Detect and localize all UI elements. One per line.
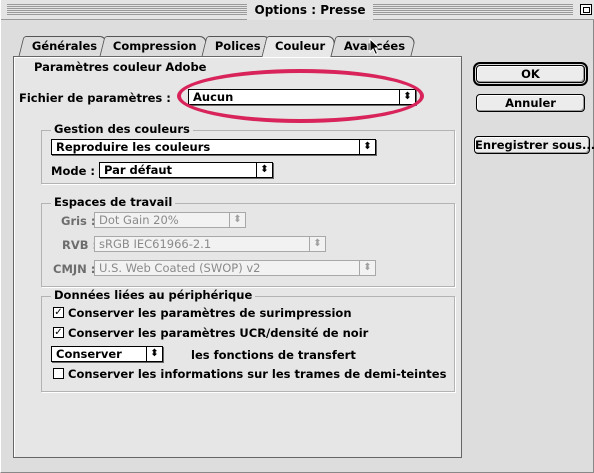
tab-generales[interactable]: Générales (18, 36, 109, 56)
window-title: Options : Presse (247, 0, 373, 20)
adobe-settings-heading: Paramètres couleur Adobe (31, 60, 210, 74)
overprint-checkbox[interactable]: ✓ (53, 307, 64, 318)
transfer-function-label: les fonctions de transfert (191, 348, 356, 362)
chevron-updown-icon: ⬍ (229, 213, 245, 227)
chevron-updown-icon: ⬍ (146, 347, 162, 361)
chevron-updown-icon: ⬍ (399, 90, 415, 104)
transfer-function-value: Conserver (56, 347, 122, 361)
halftone-label: Conserver les informations sur les trame… (68, 367, 447, 381)
mode-select[interactable]: Par défaut ⬍ (99, 162, 273, 178)
settings-file-select[interactable]: Aucun ⬍ (188, 89, 416, 105)
tab-couleur[interactable]: Couleur (261, 36, 337, 57)
gray-space-select[interactable]: Dot Gain 20% ⬍ (94, 212, 246, 228)
gray-label: Gris : (61, 214, 96, 228)
title-bar[interactable]: Options : Presse (1, 0, 594, 20)
settings-file-label: Fichier de paramètres : (19, 91, 171, 105)
mouse-pointer-icon (369, 38, 381, 56)
tab-polices-label: Polices (214, 39, 261, 53)
tab-generales-label: Générales (31, 39, 98, 53)
cmyk-space-value: U.S. Web Coated (SWOP) v2 (99, 261, 261, 275)
chevron-updown-icon: ⬍ (256, 163, 272, 177)
title-bar-stripes-left (7, 4, 247, 15)
tab-compression-label: Compression (112, 39, 197, 53)
ucr-checkbox[interactable]: ✓ (53, 327, 64, 338)
save-as-button[interactable]: Enregistrer sous... (474, 136, 594, 154)
chevron-updown-icon: ⬍ (359, 261, 375, 275)
tab-compression[interactable]: Compression (99, 36, 209, 56)
color-policy-select[interactable]: Reproduire les couleurs ⬍ (51, 139, 376, 155)
halftone-checkbox[interactable] (53, 368, 64, 379)
gray-space-value: Dot Gain 20% (99, 213, 179, 227)
settings-file-value: Aucun (193, 90, 234, 104)
mode-value: Par défaut (104, 163, 173, 177)
transfer-function-select[interactable]: Conserver ⬍ (51, 346, 163, 362)
color-management-heading: Gestion des couleurs (51, 122, 193, 136)
rgb-space-value: sRGB IEC61966-2.1 (99, 237, 212, 251)
overprint-label: Conserver les paramètres de surimpressio… (68, 306, 352, 320)
rgb-label: RVB : (62, 238, 98, 252)
ucr-label: Conserver les paramètres UCR/densité de … (68, 326, 369, 340)
cmyk-label: CMJN : (53, 262, 96, 276)
check-icon: ✓ (54, 327, 63, 338)
zoom-box-icon[interactable] (580, 4, 592, 15)
check-icon: ✓ (54, 307, 63, 318)
chevron-updown-icon: ⬍ (309, 237, 325, 251)
cmyk-space-select[interactable]: U.S. Web Coated (SWOP) v2 ⬍ (94, 260, 376, 276)
workspaces-heading: Espaces de travail (51, 195, 176, 209)
tab-couleur-label: Couleur (275, 39, 326, 53)
options-dialog: Options : Presse Générales Compression P… (0, 0, 594, 473)
device-data-heading: Données liées au périphérique (51, 288, 256, 302)
color-policy-value: Reproduire les couleurs (56, 140, 211, 154)
mode-label: Mode : (51, 164, 95, 178)
rgb-space-select[interactable]: sRGB IEC61966-2.1 ⬍ (94, 236, 326, 252)
chevron-updown-icon: ⬍ (359, 140, 375, 154)
title-bar-stripes-right (373, 4, 573, 15)
ok-button[interactable]: OK (473, 62, 588, 86)
cancel-button[interactable]: Annuler (476, 94, 585, 112)
